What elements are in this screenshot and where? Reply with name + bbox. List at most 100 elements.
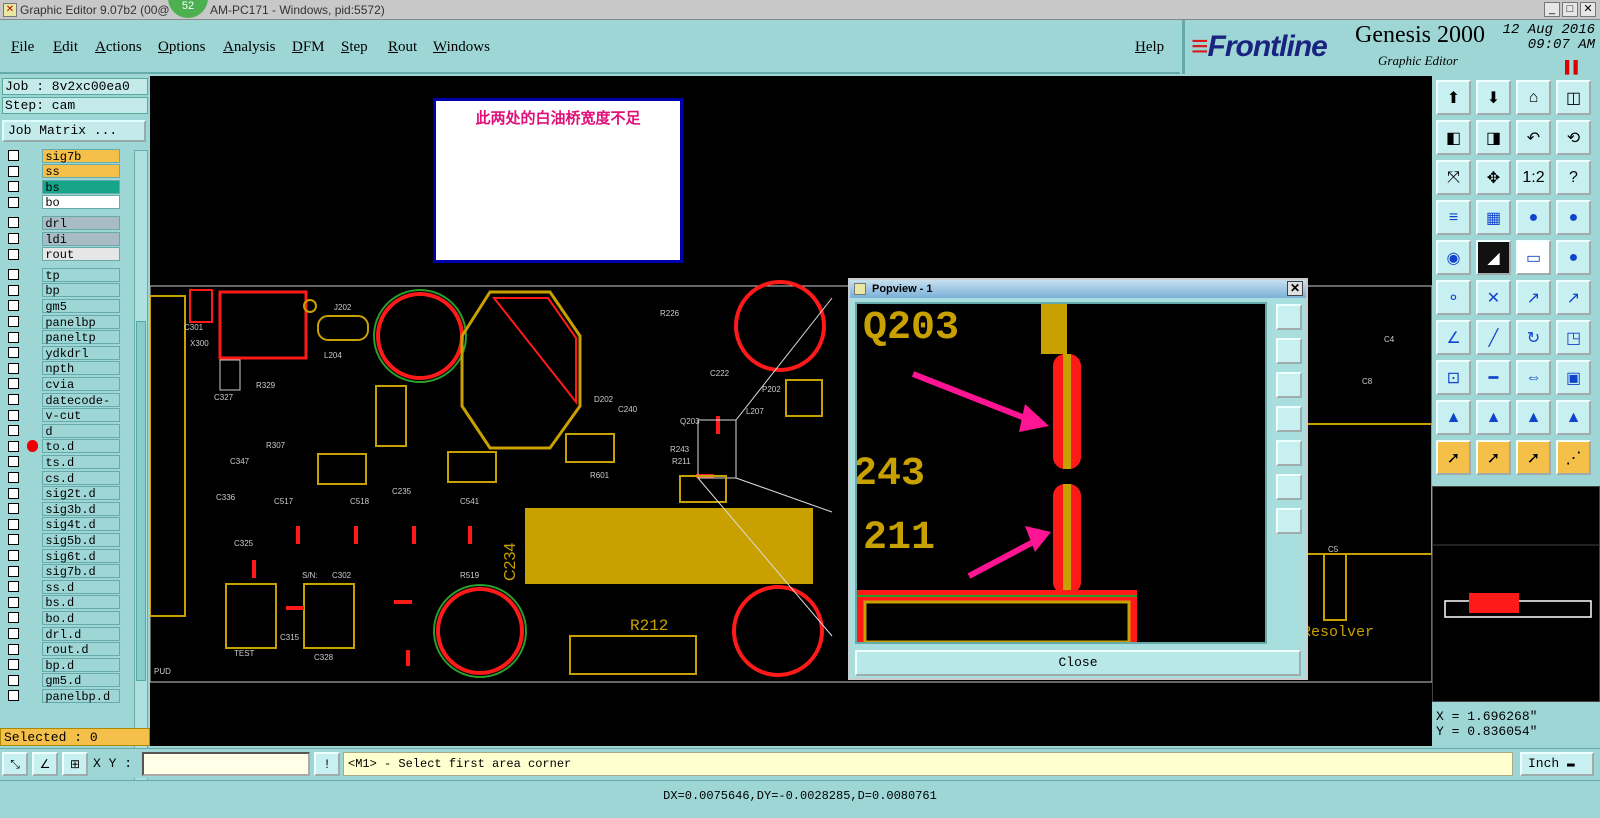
menu-step[interactable]: Step xyxy=(341,39,368,56)
ruler-icon[interactable]: ▭ xyxy=(1516,240,1551,275)
menu-help[interactable]: Help xyxy=(1135,39,1164,56)
menu-actions[interactable]: Actions xyxy=(95,39,142,56)
point-icon[interactable]: ● xyxy=(1556,240,1591,275)
draw-line-icon[interactable]: ◢ xyxy=(1476,240,1511,275)
layer-checkbox[interactable] xyxy=(8,425,19,437)
layer-name[interactable]: ss.d xyxy=(42,579,120,595)
layer-name[interactable]: sig3b.d xyxy=(42,501,120,517)
layer-checkbox[interactable] xyxy=(8,674,19,686)
angle-icon[interactable]: ∠ xyxy=(1436,320,1471,355)
array-icon[interactable]: ▣ xyxy=(1556,360,1591,395)
layer-row[interactable]: drl.d xyxy=(2,626,120,642)
triangle-icon[interactable]: ▲ xyxy=(1436,400,1471,435)
select-arrow-icon[interactable]: ➚ xyxy=(1436,440,1471,475)
layer-name[interactable]: bo.d xyxy=(42,610,120,626)
layer-row[interactable]: gm5 xyxy=(2,298,120,314)
rotate-icon[interactable]: ↻ xyxy=(1516,320,1551,355)
layer-row[interactable]: d xyxy=(2,423,120,439)
job-matrix-button[interactable]: Job Matrix ... xyxy=(2,120,146,142)
popview-tool-pan-right[interactable] xyxy=(1276,440,1302,466)
layer-row[interactable]: sig7b.d xyxy=(2,564,120,579)
layer-row[interactable]: v-cut xyxy=(2,408,120,423)
layer-row[interactable]: sig5b.d xyxy=(2,532,120,548)
connect-icon[interactable]: ⚬ xyxy=(1436,280,1471,315)
pan-right-icon[interactable]: ◨ xyxy=(1476,120,1511,155)
menu-file[interactable]: File xyxy=(11,39,34,56)
pause-icon[interactable]: ▌▌ xyxy=(1565,60,1582,74)
layer-name[interactable]: bp.d xyxy=(42,657,120,673)
layer-name[interactable]: rout xyxy=(42,247,120,262)
layer-row[interactable]: drl xyxy=(2,215,120,231)
layer-checkbox[interactable] xyxy=(8,659,19,671)
layer-checkbox[interactable] xyxy=(8,217,19,229)
layer-checkbox[interactable] xyxy=(8,150,19,161)
maximize-button[interactable]: □ xyxy=(1562,2,1578,17)
layer-checkbox[interactable] xyxy=(8,316,19,327)
layer-row[interactable]: tp xyxy=(2,267,120,283)
menu-windows[interactable]: Windows xyxy=(433,39,490,56)
layer-name[interactable]: tp xyxy=(42,267,120,283)
layer-row[interactable]: sig7b xyxy=(2,148,120,164)
layer-checkbox[interactable] xyxy=(8,347,19,359)
layer-row[interactable]: rout xyxy=(2,247,120,262)
layer-checkbox[interactable] xyxy=(8,331,19,343)
layer-name[interactable]: cs.d xyxy=(42,470,120,486)
layer-name[interactable]: panelbp.d xyxy=(42,688,120,704)
layer-row[interactable]: ss xyxy=(2,164,120,179)
layer-row[interactable]: cvia xyxy=(2,376,120,392)
layer-checkbox[interactable] xyxy=(8,440,19,452)
layer-name[interactable]: bo xyxy=(42,195,120,210)
copy-icon[interactable]: ⊡ xyxy=(1436,360,1471,395)
layer-name[interactable]: v-cut xyxy=(42,408,120,423)
layer-name[interactable]: drl xyxy=(42,215,120,231)
layer-name[interactable]: gm5.d xyxy=(42,673,120,688)
triangle2-icon[interactable]: ▲ xyxy=(1476,400,1511,435)
layer-name[interactable]: to.d xyxy=(42,439,120,454)
popview-titlebar[interactable]: Popview - 1 ✕ xyxy=(850,280,1306,298)
layer-checkbox[interactable] xyxy=(8,612,19,624)
layer-name[interactable]: cvia xyxy=(42,376,120,392)
notification-badge[interactable]: 52 xyxy=(168,0,208,18)
layer-row[interactable]: npth xyxy=(2,361,120,376)
layer-row[interactable]: sig3b.d xyxy=(2,501,120,517)
pan-left-icon[interactable]: ◧ xyxy=(1436,120,1471,155)
redraw-icon[interactable]: ⟲ xyxy=(1556,120,1591,155)
menu-rout[interactable]: Rout xyxy=(388,39,417,56)
pick-icon[interactable]: ↗ xyxy=(1556,280,1591,315)
delete-icon[interactable]: ✕ xyxy=(1476,280,1511,315)
layer-name[interactable]: rout.d xyxy=(42,642,120,657)
layer-checkbox[interactable] xyxy=(8,565,19,577)
scale-icon[interactable]: 1:2 xyxy=(1516,160,1551,195)
layer-checkbox[interactable] xyxy=(8,181,19,193)
layer-row[interactable]: bp xyxy=(2,283,120,298)
layer-checkbox[interactable] xyxy=(8,628,19,639)
layer-checkbox[interactable] xyxy=(8,596,19,608)
load-icon[interactable]: ⬆ xyxy=(1436,80,1471,115)
layer-row[interactable]: paneltp xyxy=(2,330,120,345)
layer-checkbox[interactable] xyxy=(8,472,19,483)
layer-checkbox[interactable] xyxy=(8,518,19,530)
select-pad-icon[interactable]: ◉ xyxy=(1436,240,1471,275)
layer-row[interactable]: bs xyxy=(2,179,120,195)
layer-row[interactable]: bs.d xyxy=(2,595,120,610)
select-arrow2-icon[interactable]: ➚ xyxy=(1476,440,1511,475)
layer-name[interactable]: d xyxy=(42,423,120,439)
layer-checkbox[interactable] xyxy=(8,284,19,296)
zoom-center-icon[interactable]: ✥ xyxy=(1476,160,1511,195)
triangle3-icon[interactable]: ▲ xyxy=(1516,400,1551,435)
triangle4-icon[interactable]: ▲ xyxy=(1556,400,1591,435)
mirror-icon[interactable]: ◳ xyxy=(1556,320,1591,355)
layer-name[interactable]: bs xyxy=(42,179,120,195)
layer-row[interactable]: bo xyxy=(2,195,120,210)
layer-row[interactable]: cs.d xyxy=(2,470,120,486)
layer-row[interactable]: panelbp xyxy=(2,314,120,330)
home-icon[interactable]: ⌂ xyxy=(1516,80,1551,115)
layer-row[interactable]: bo.d xyxy=(2,610,120,626)
snap-icon[interactable]: ⤡ xyxy=(2,752,28,776)
layer-list-scrollbar[interactable] xyxy=(134,150,148,800)
layer-name[interactable]: sig2t.d xyxy=(42,486,120,501)
layer-name[interactable]: ydkdrl xyxy=(42,345,120,361)
popview-tool-zoom-out[interactable] xyxy=(1276,508,1302,534)
net-red2-icon[interactable]: ● xyxy=(1556,200,1591,235)
layer-name[interactable]: sig6t.d xyxy=(42,548,120,564)
